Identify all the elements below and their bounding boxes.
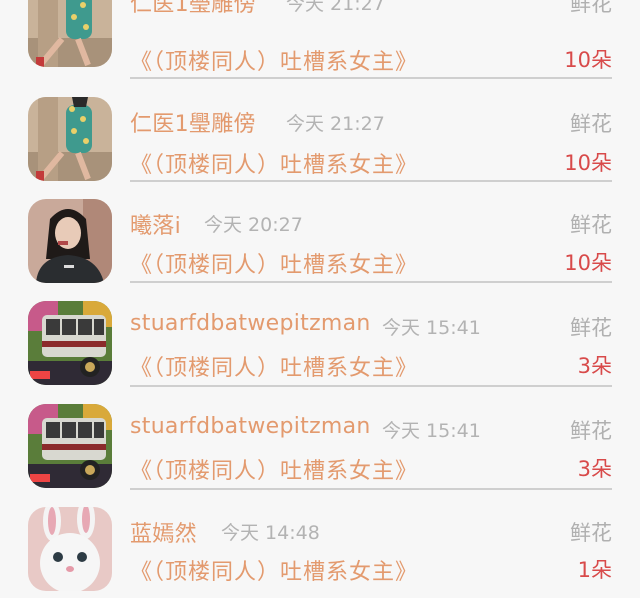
- white-rabbit-cartoon-icon: [28, 507, 112, 591]
- gift-type-label: 鲜花: [570, 112, 612, 136]
- gift-count: 10朵: [564, 48, 612, 72]
- gift-time: 今天 20:27: [204, 214, 303, 236]
- book-title-link[interactable]: 《（顶楼同人）吐槽系女主》: [130, 247, 418, 279]
- book-title-link[interactable]: 《（顶楼同人）吐槽系女主》: [130, 350, 418, 382]
- gift-time: 今天 14:48: [221, 522, 320, 544]
- gift-count: 10朵: [564, 151, 612, 175]
- gift-time: 今天 21:27: [286, 0, 385, 15]
- divider: [130, 488, 612, 490]
- book-title-link[interactable]: 《（顶楼同人）吐槽系女主》: [130, 44, 418, 76]
- gift-count: 3朵: [577, 354, 612, 378]
- sender-name[interactable]: 仁医1璺雕傍: [130, 0, 256, 18]
- sender-name[interactable]: 仁医1璺雕傍: [130, 106, 256, 138]
- sender-name[interactable]: 曦落i: [130, 208, 181, 240]
- divider: [130, 281, 612, 283]
- sender-name[interactable]: stuarfdbatwepitzman: [130, 414, 371, 439]
- list-item[interactable]: stuarfdbatwepitzman 今天 15:41 鲜花 《（顶楼同人）吐…: [0, 392, 640, 495]
- gift-count: 1朵: [577, 558, 612, 582]
- book-title-link[interactable]: 《（顶楼同人）吐槽系女主》: [130, 453, 418, 485]
- sender-name[interactable]: stuarfdbatwepitzman: [130, 311, 371, 336]
- avatar[interactable]: [28, 97, 112, 181]
- list-item[interactable]: 仁医1璺雕傍 今天 21:27 鲜花 《（顶楼同人）吐槽系女主》 10朵: [0, 84, 640, 187]
- girl-outdoor-photo-icon: [28, 0, 112, 67]
- avatar[interactable]: [28, 301, 112, 385]
- girl-portrait-photo-icon: [28, 199, 112, 283]
- list-item[interactable]: 曦落i 今天 20:27 鲜花 《（顶楼同人）吐槽系女主》 10朵: [0, 187, 640, 290]
- list-item[interactable]: 蓝嫣然 今天 14:48 鲜花 《（顶楼同人）吐槽系女主》 1朵: [0, 495, 640, 598]
- train-photo-icon: [28, 301, 112, 385]
- avatar[interactable]: [28, 0, 112, 67]
- divider: [130, 77, 612, 79]
- gift-time: 今天 15:41: [382, 420, 481, 442]
- divider: [130, 385, 612, 387]
- avatar[interactable]: [28, 507, 112, 591]
- list-item[interactable]: stuarfdbatwepitzman 今天 15:41 鲜花 《（顶楼同人）吐…: [0, 289, 640, 392]
- gift-type-label: 鲜花: [570, 521, 612, 545]
- train-photo-icon: [28, 404, 112, 488]
- book-title-link[interactable]: 《（顶楼同人）吐槽系女主》: [130, 554, 418, 586]
- gift-count: 10朵: [564, 251, 612, 275]
- sender-name[interactable]: 蓝嫣然: [130, 516, 197, 548]
- girl-outdoor-photo-icon: [28, 97, 112, 181]
- gift-type-label: 鲜花: [570, 0, 612, 16]
- list-item[interactable]: 仁医1璺雕傍 今天 21:27 鲜花 《（顶楼同人）吐槽系女主》 10朵: [0, 0, 640, 84]
- divider: [130, 180, 612, 182]
- gift-record-list: 仁医1璺雕傍 今天 21:27 鲜花 《（顶楼同人）吐槽系女主》 10朵 仁医1…: [0, 0, 640, 591]
- gift-count: 3朵: [577, 457, 612, 481]
- gift-type-label: 鲜花: [570, 316, 612, 340]
- book-title-link[interactable]: 《（顶楼同人）吐槽系女主》: [130, 147, 418, 179]
- avatar[interactable]: [28, 404, 112, 488]
- avatar[interactable]: [28, 199, 112, 283]
- gift-type-label: 鲜花: [570, 213, 612, 237]
- gift-time: 今天 15:41: [382, 317, 481, 339]
- gift-time: 今天 21:27: [286, 113, 385, 135]
- gift-type-label: 鲜花: [570, 419, 612, 443]
